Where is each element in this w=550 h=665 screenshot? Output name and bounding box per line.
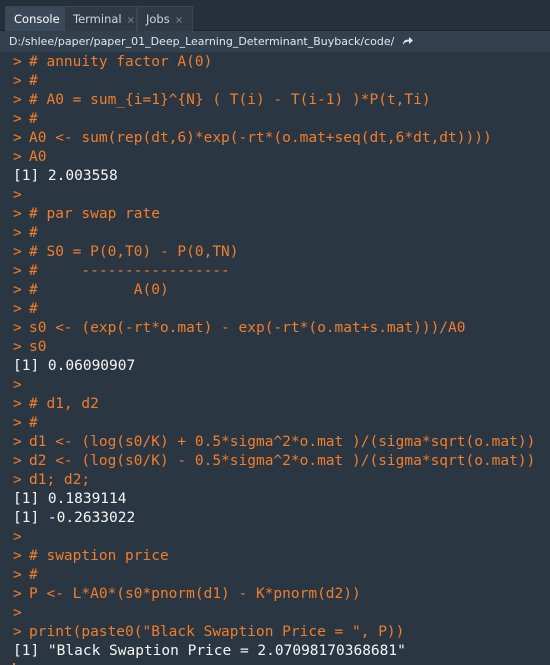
command-text: s0 <- (exp(-rt*o.mat) - exp(-rt*(o.mat+s… [29,320,466,336]
command-text: d2 <- (log(s0/K) - 0.5*sigma^2*o.mat )/(… [29,453,536,469]
prompt-symbol: > [13,73,22,89]
prompt-symbol: > [13,434,22,450]
command-text: # [29,567,38,583]
prompt-symbol: > [13,187,22,203]
close-icon[interactable]: × [175,15,183,26]
working-directory-bar: D:/shlee/paper/paper_01_Deep_Learning_De… [0,31,550,52]
prompt-symbol: > [13,548,22,564]
prompt-symbol: > [13,244,22,260]
command-text: # S0 = P(0,T0) - P(0,TN) [29,244,239,260]
command-text: # [29,301,38,317]
prompt-symbol: > [13,282,22,298]
pane-tab-bar: Console Terminal × Jobs × [0,0,550,31]
prompt-symbol: > [13,605,22,621]
command-text: d1 <- (log(s0/K) + 0.5*sigma^2*o.mat )/(… [29,434,536,450]
prompt-symbol: > [13,339,22,355]
command-text: P <- L*A0*(s0*pnorm(d1) - K*pnorm(d2)) [29,586,361,602]
tab-jobs-label: Jobs [146,12,170,26]
result-text: [1] -0.2633022 [13,510,136,526]
prompt-symbol: > [13,149,22,165]
prompt-symbol: > [13,624,22,640]
prompt-symbol: > [13,320,22,336]
prompt-symbol: > [13,301,22,317]
command-text: d1; d2; [29,472,91,488]
result-text: [1] "Black Swaption Price = 2.0709817036… [13,643,406,659]
prompt-symbol: > [13,586,22,602]
command-text: # swaption price [29,548,169,564]
tab-terminal-label: Terminal [73,12,122,26]
command-text: # A(0) [29,282,169,298]
prompt-symbol: > [13,529,22,545]
command-text: # d1, d2 [29,396,99,412]
command-text: s0 [29,339,47,355]
tab-terminal[interactable]: Terminal × [64,6,137,31]
result-text: [1] 0.1839114 [13,491,127,507]
prompt-symbol: > [13,206,22,222]
prompt-symbol: > [13,130,22,146]
command-text: A0 <- sum(rep(dt,6)*exp(-rt*(o.mat+seq(d… [29,130,492,146]
command-text: # [29,415,38,431]
command-text: # [29,111,38,127]
command-text: # ----------------- [29,263,230,279]
close-icon[interactable]: × [127,15,135,26]
command-text: # par swap rate [29,206,160,222]
working-directory-path[interactable]: D:/shlee/paper/paper_01_Deep_Learning_De… [9,35,394,48]
tab-console-label: Console [14,12,60,26]
prompt-symbol: > [13,453,22,469]
prompt-symbol: > [13,111,22,127]
prompt-symbol: > [13,92,22,108]
prompt-symbol: > [13,415,22,431]
prompt-symbol: > [13,472,22,488]
command-text: # A0 = sum_{i=1}^{N} ( T(i) - T(i-1) )*P… [29,92,431,108]
result-text: [1] 2.003558 [13,168,118,184]
command-text: A0 [29,149,47,165]
prompt-symbol: > [13,396,22,412]
prompt-symbol: > [13,567,22,583]
console-output[interactable]: > # annuity factor A(0) > # > # A0 = sum_{i=1… [0,52,550,665]
tab-jobs[interactable]: Jobs × [137,6,193,31]
prompt-symbol: > [13,225,22,241]
command-text: print(paste0("Black Swaption Price = ", … [29,624,405,640]
result-text: [1] 0.06090907 [13,358,136,374]
prompt-symbol: > [13,54,22,70]
command-text: # [29,73,38,89]
rstudio-console-pane: Console Terminal × Jobs × D:/shlee/paper/p… [0,0,550,665]
command-text: # annuity factor A(0) [29,54,213,70]
tab-console[interactable]: Console [5,6,64,31]
go-to-directory-icon[interactable] [402,32,414,53]
command-text: # [29,225,38,241]
prompt-symbol: > [13,377,22,393]
prompt-symbol: > [13,263,22,279]
